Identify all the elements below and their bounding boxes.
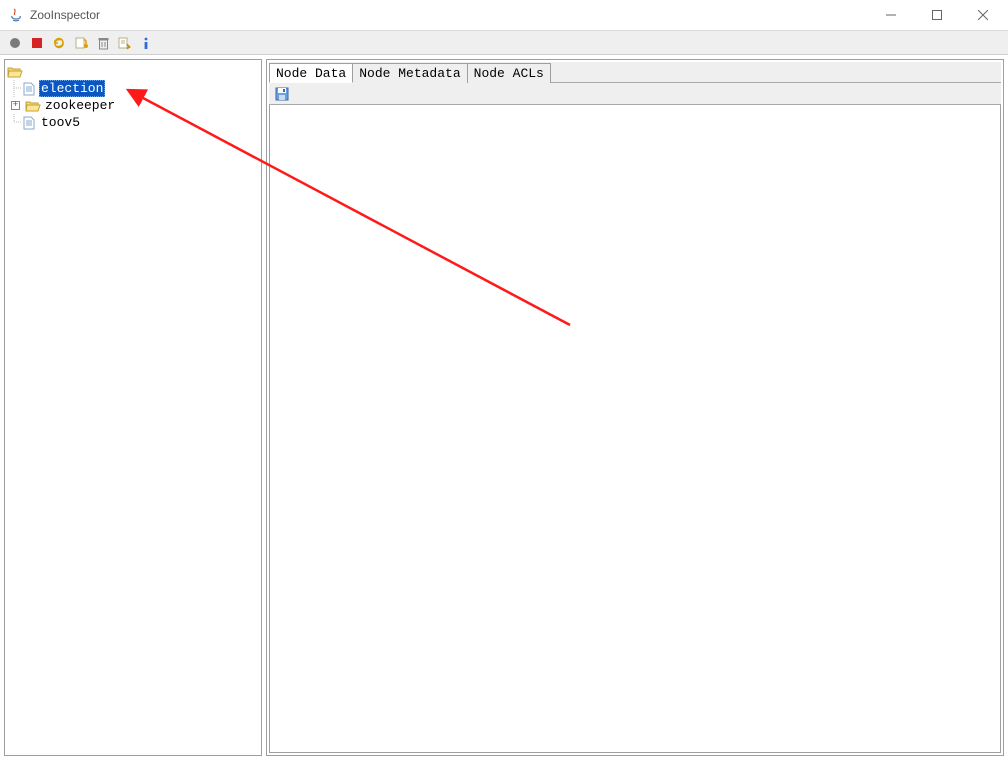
maximize-button[interactable] [914, 0, 960, 30]
tabs: Node Data Node Metadata Node ACLs [269, 62, 1001, 83]
refresh-icon[interactable] [50, 34, 68, 52]
tree-node-label: election [39, 80, 105, 97]
tab-node-data[interactable]: Node Data [269, 63, 353, 83]
main-toolbar [0, 31, 1008, 55]
delete-node-icon[interactable] [94, 34, 112, 52]
tree-node-label: toov5 [39, 115, 82, 130]
folder-icon [25, 98, 41, 114]
connect-icon[interactable] [6, 34, 24, 52]
tab-label: Node Data [276, 66, 346, 81]
tree-node-zookeeper[interactable]: + zookeeper [7, 97, 259, 114]
tree[interactable]: election + zookeeper [7, 63, 259, 131]
content-panel: Node Data Node Metadata Node ACLs [266, 59, 1004, 756]
file-icon [21, 115, 37, 131]
tab-node-acls[interactable]: Node ACLs [467, 63, 551, 83]
content-toolbar [269, 83, 1001, 105]
close-button[interactable] [960, 0, 1006, 30]
minimize-button[interactable] [868, 0, 914, 30]
folder-open-icon [7, 64, 23, 80]
about-icon[interactable] [138, 34, 156, 52]
save-icon[interactable] [273, 85, 291, 103]
tab-node-metadata[interactable]: Node Metadata [352, 63, 467, 83]
node-data-content[interactable] [269, 105, 1001, 753]
add-node-icon[interactable] [72, 34, 90, 52]
tree-node-label: zookeeper [43, 98, 117, 113]
main-area: election + zookeeper [0, 55, 1008, 760]
window-controls [868, 0, 1006, 30]
tree-node-toov5[interactable]: toov5 [7, 114, 259, 131]
file-icon [21, 81, 37, 97]
tab-label: Node ACLs [474, 66, 544, 81]
disconnect-icon[interactable] [28, 34, 46, 52]
tab-label: Node Metadata [359, 66, 460, 81]
tree-panel: election + zookeeper [4, 59, 262, 756]
tree-root-node[interactable] [7, 63, 259, 80]
java-app-icon [8, 7, 24, 23]
node-viewers-icon[interactable] [116, 34, 134, 52]
window-title: ZooInspector [30, 8, 868, 22]
titlebar: ZooInspector [0, 0, 1008, 31]
expand-icon[interactable]: + [11, 101, 20, 110]
tree-node-election[interactable]: election [7, 80, 259, 97]
